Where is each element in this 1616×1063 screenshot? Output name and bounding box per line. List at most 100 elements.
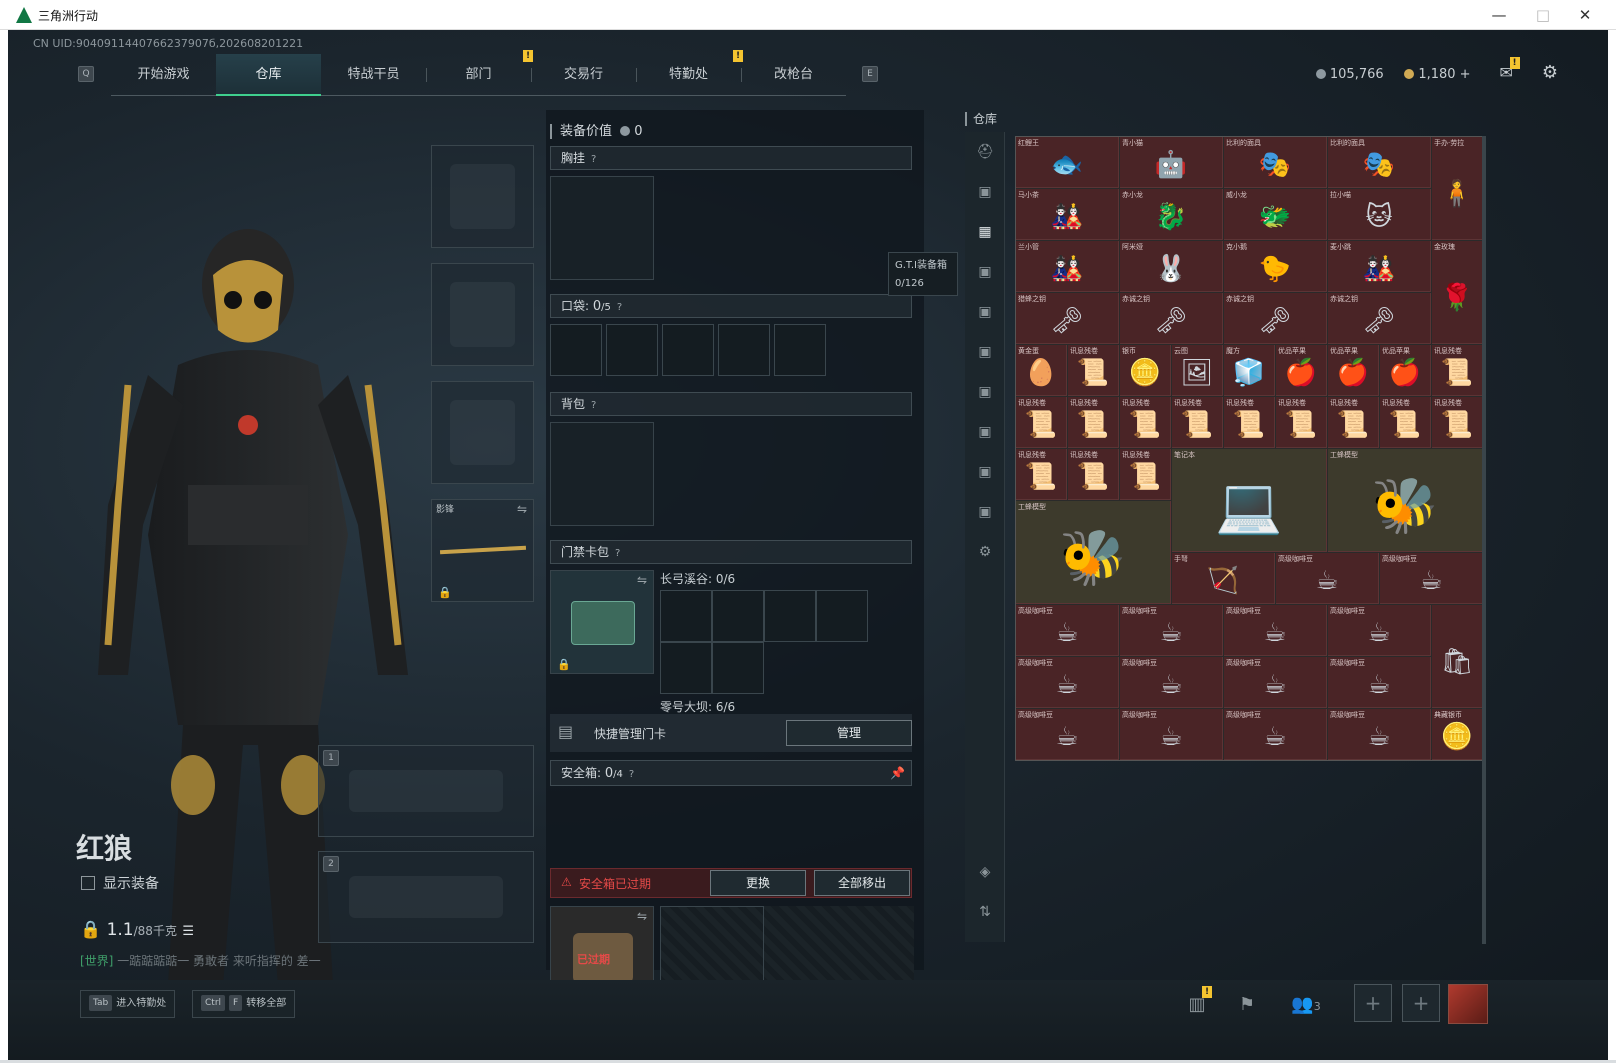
swap-icon[interactable]: ⇋	[637, 909, 647, 923]
stash-item[interactable]: 高级咖啡豆 ☕	[1328, 709, 1431, 760]
stash-item[interactable]: 高级咖啡豆 ☕	[1328, 605, 1431, 656]
manage-button[interactable]: 管理	[786, 720, 912, 746]
flag-icon[interactable]: ⚑	[1234, 992, 1260, 1018]
access-card-slot[interactable]	[660, 590, 712, 642]
stash-item[interactable]: 笔记本 💻	[1172, 449, 1327, 552]
stash-item[interactable]: 麦小跳 🎎	[1328, 241, 1431, 292]
stash-item[interactable]: 金玫瑰 🌹	[1432, 241, 1483, 344]
tab-gunsmith[interactable]: 改枪台	[741, 54, 846, 96]
stash-item[interactable]: 高级咖啡豆 ☕	[1276, 553, 1379, 604]
container-category-icon[interactable]: ▣	[975, 462, 995, 482]
container-category-icon[interactable]: ▣	[975, 182, 995, 202]
world-chat-line[interactable]: [世界] 一踮踮踮踮一 勇敢者 来听指挥的 差一	[80, 952, 321, 969]
help-icon[interactable]: ?	[629, 763, 634, 787]
primary-weapon-slot[interactable]: 1	[318, 745, 534, 837]
stash-item[interactable]: 赤诚之钥 🗝	[1120, 293, 1223, 344]
buy-currency-button[interactable]: +	[1460, 67, 1471, 82]
help-icon[interactable]: ?	[615, 543, 620, 565]
collectibles-category-icon[interactable]: ▦	[975, 222, 995, 242]
stash-item[interactable]: 比利的面具 🎭	[1328, 137, 1431, 188]
stash-item[interactable]: 拉小喵 🐱	[1328, 189, 1431, 240]
stash-item[interactable]: 赤诚之钥 🗝	[1328, 293, 1431, 344]
help-icon[interactable]: ?	[617, 297, 622, 319]
friends-icon[interactable]: 👥3	[1286, 992, 1326, 1018]
stash-item[interactable]: 红鲤王 🐟	[1016, 137, 1119, 188]
stash-settings-gear-icon[interactable]: ⚙	[975, 542, 995, 562]
access-card-slot[interactable]	[712, 642, 764, 694]
stash-item[interactable]: 高级咖啡豆 ☕	[1016, 709, 1119, 760]
stash-item[interactable]: 工蜂模型 🐝	[1328, 449, 1483, 552]
help-icon[interactable]: ?	[591, 395, 596, 417]
tab-special-ops[interactable]: 特勤处	[636, 54, 741, 96]
container-category-icon[interactable]: ▣	[975, 342, 995, 362]
tab-trading[interactable]: 交易行	[531, 54, 636, 96]
stash-item[interactable]: 高级咖啡豆 ☕	[1380, 553, 1483, 604]
access-card-slot[interactable]	[660, 642, 712, 694]
stash-item[interactable]: 讯息残卷 📜	[1068, 345, 1119, 396]
invite-slot-button[interactable]: +	[1402, 984, 1440, 1022]
stash-item[interactable]: 讯息残卷 📜	[1432, 345, 1483, 396]
stash-item[interactable]: 云图 🖼	[1172, 345, 1223, 396]
replace-button[interactable]: 更换	[710, 870, 806, 896]
stash-item[interactable]: 优品苹果 🍎	[1380, 345, 1431, 396]
help-icon[interactable]: ?	[591, 149, 596, 171]
stash-item[interactable]: 讯息残卷 📜	[1172, 397, 1223, 448]
stash-item[interactable]: 高级咖啡豆 ☕	[1224, 709, 1327, 760]
stash-item[interactable]: 讯息残卷 📜	[1328, 397, 1379, 448]
stash-item[interactable]: 讯息残卷 📜	[1068, 449, 1119, 500]
stash-item[interactable]: 讯息残卷 📜	[1016, 397, 1067, 448]
tab-warehouse[interactable]: 仓库	[216, 54, 321, 96]
mail-icon[interactable]: ✉!	[1500, 57, 1520, 82]
access-card-wallet-slot[interactable]: ⇋ 🔒	[550, 570, 654, 674]
close-button[interactable]: ✕	[1570, 4, 1600, 26]
backpack-slot[interactable]	[550, 422, 654, 526]
access-card-slot[interactable]	[764, 590, 816, 642]
show-equipment-checkbox[interactable]	[81, 876, 95, 890]
stash-item[interactable]: 高级咖啡豆 ☕	[1016, 657, 1119, 708]
secondary-weapon-slot[interactable]: 2	[318, 851, 534, 943]
pocket-slot[interactable]	[718, 324, 770, 376]
sort-icon[interactable]: ⇅	[975, 902, 995, 922]
tab-operators[interactable]: 特战干员	[321, 54, 426, 96]
pin-icon[interactable]: 📌	[890, 761, 905, 785]
minimize-button[interactable]: —	[1484, 4, 1514, 26]
container-category-icon[interactable]: ▣	[975, 422, 995, 442]
stash-item[interactable]: 赤诚之钥 🗝	[1224, 293, 1327, 344]
stash-item[interactable]: 猎蜂之钥 🗝	[1016, 293, 1119, 344]
helmet-slot[interactable]	[431, 145, 534, 248]
stash-item[interactable]: 高级咖啡豆 ☕	[1328, 657, 1431, 708]
maximize-button[interactable]: □	[1528, 4, 1558, 26]
pocket-slot[interactable]	[550, 324, 602, 376]
stash-item[interactable]: 工蜂模型 🐝	[1016, 501, 1171, 604]
melee-slot[interactable]: 影锋 ⇋ 🔒	[431, 499, 534, 602]
stash-item[interactable]: 高级咖啡豆 ☕	[1120, 657, 1223, 708]
helmet-category-icon[interactable]: ⛑	[975, 142, 995, 162]
stash-item[interactable]: 阿米娅 🐰	[1120, 241, 1223, 292]
container-category-icon[interactable]: ▣	[975, 502, 995, 522]
stash-item[interactable]: 高级咖啡豆 ☕	[1224, 605, 1327, 656]
stash-item[interactable]: 高级咖啡豆 ☕	[1120, 709, 1223, 760]
swap-icon[interactable]: ⇋	[637, 573, 647, 587]
container-category-icon[interactable]: ▣	[975, 302, 995, 322]
pocket-slot[interactable]	[774, 324, 826, 376]
stash-item[interactable]: 讯息残卷 📜	[1380, 397, 1431, 448]
stash-item[interactable]: 🛍	[1432, 605, 1483, 708]
tab-department[interactable]: 部门	[426, 54, 531, 96]
armor-slot[interactable]	[431, 263, 534, 366]
invite-slot-button[interactable]: +	[1354, 984, 1392, 1022]
stash-item[interactable]: 马小茶 🎎	[1016, 189, 1119, 240]
transfer-all-hint[interactable]: Ctrl F 转移全部	[192, 990, 296, 1018]
stash-item[interactable]: 威小龙 🐲	[1224, 189, 1327, 240]
stash-item[interactable]: 讯息残卷 📜	[1432, 397, 1483, 448]
pocket-slot[interactable]	[606, 324, 658, 376]
stash-item[interactable]: 青小猫 🤖	[1120, 137, 1223, 188]
stash-item[interactable]: 黄金蛋 🥚	[1016, 345, 1067, 396]
tab-start-game[interactable]: 开始游戏	[111, 54, 216, 96]
stash-scrollbar[interactable]	[1482, 136, 1486, 944]
stash-item[interactable]: 赤小龙 🐉	[1120, 189, 1223, 240]
stash-item[interactable]: 手弩 🏹	[1172, 553, 1275, 604]
stats-chart-icon[interactable]: ▥!	[1184, 986, 1212, 1018]
chest-rig-slot[interactable]	[550, 176, 654, 280]
layers-icon[interactable]: ◈	[975, 862, 995, 882]
stash-item[interactable]: 讯息残卷 📜	[1120, 397, 1171, 448]
